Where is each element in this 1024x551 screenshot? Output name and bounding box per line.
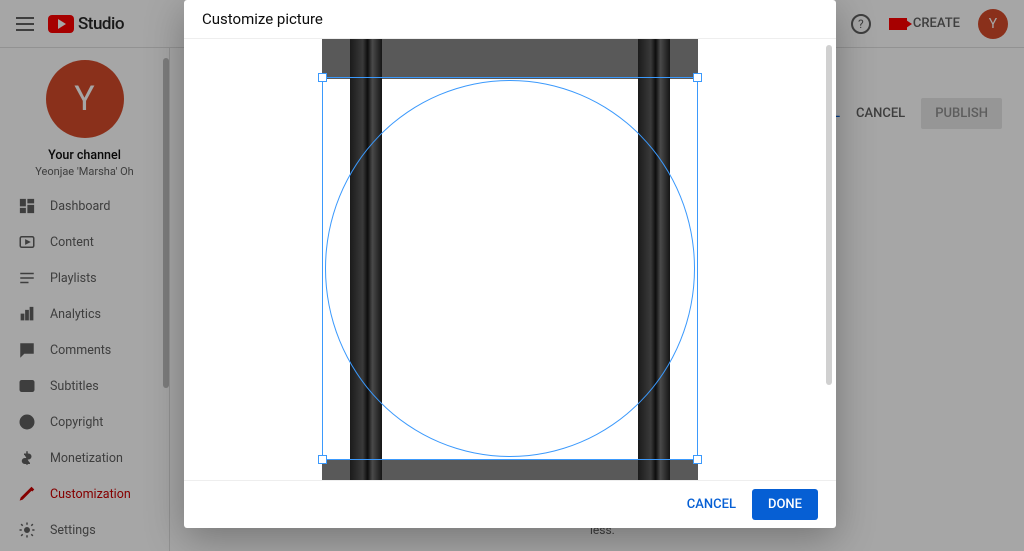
modal-body [184, 39, 836, 480]
crop-circle-guide [325, 80, 695, 457]
crop-handle-bottom-right[interactable] [693, 455, 702, 464]
crop-rectangle[interactable] [322, 77, 698, 460]
modal-title: Customize picture [184, 0, 836, 39]
crop-handle-top-left[interactable] [318, 73, 327, 82]
modal-scrollbar[interactable] [826, 45, 832, 385]
crop-preview[interactable] [322, 39, 698, 480]
crop-handle-top-right[interactable] [693, 73, 702, 82]
crop-handle-bottom-left[interactable] [318, 455, 327, 464]
customize-picture-modal: Customize picture CANCEL DONE [184, 0, 836, 528]
modal-cancel-button[interactable]: CANCEL [687, 497, 736, 512]
modal-footer: CANCEL DONE [184, 480, 836, 528]
modal-done-button[interactable]: DONE [752, 489, 818, 520]
